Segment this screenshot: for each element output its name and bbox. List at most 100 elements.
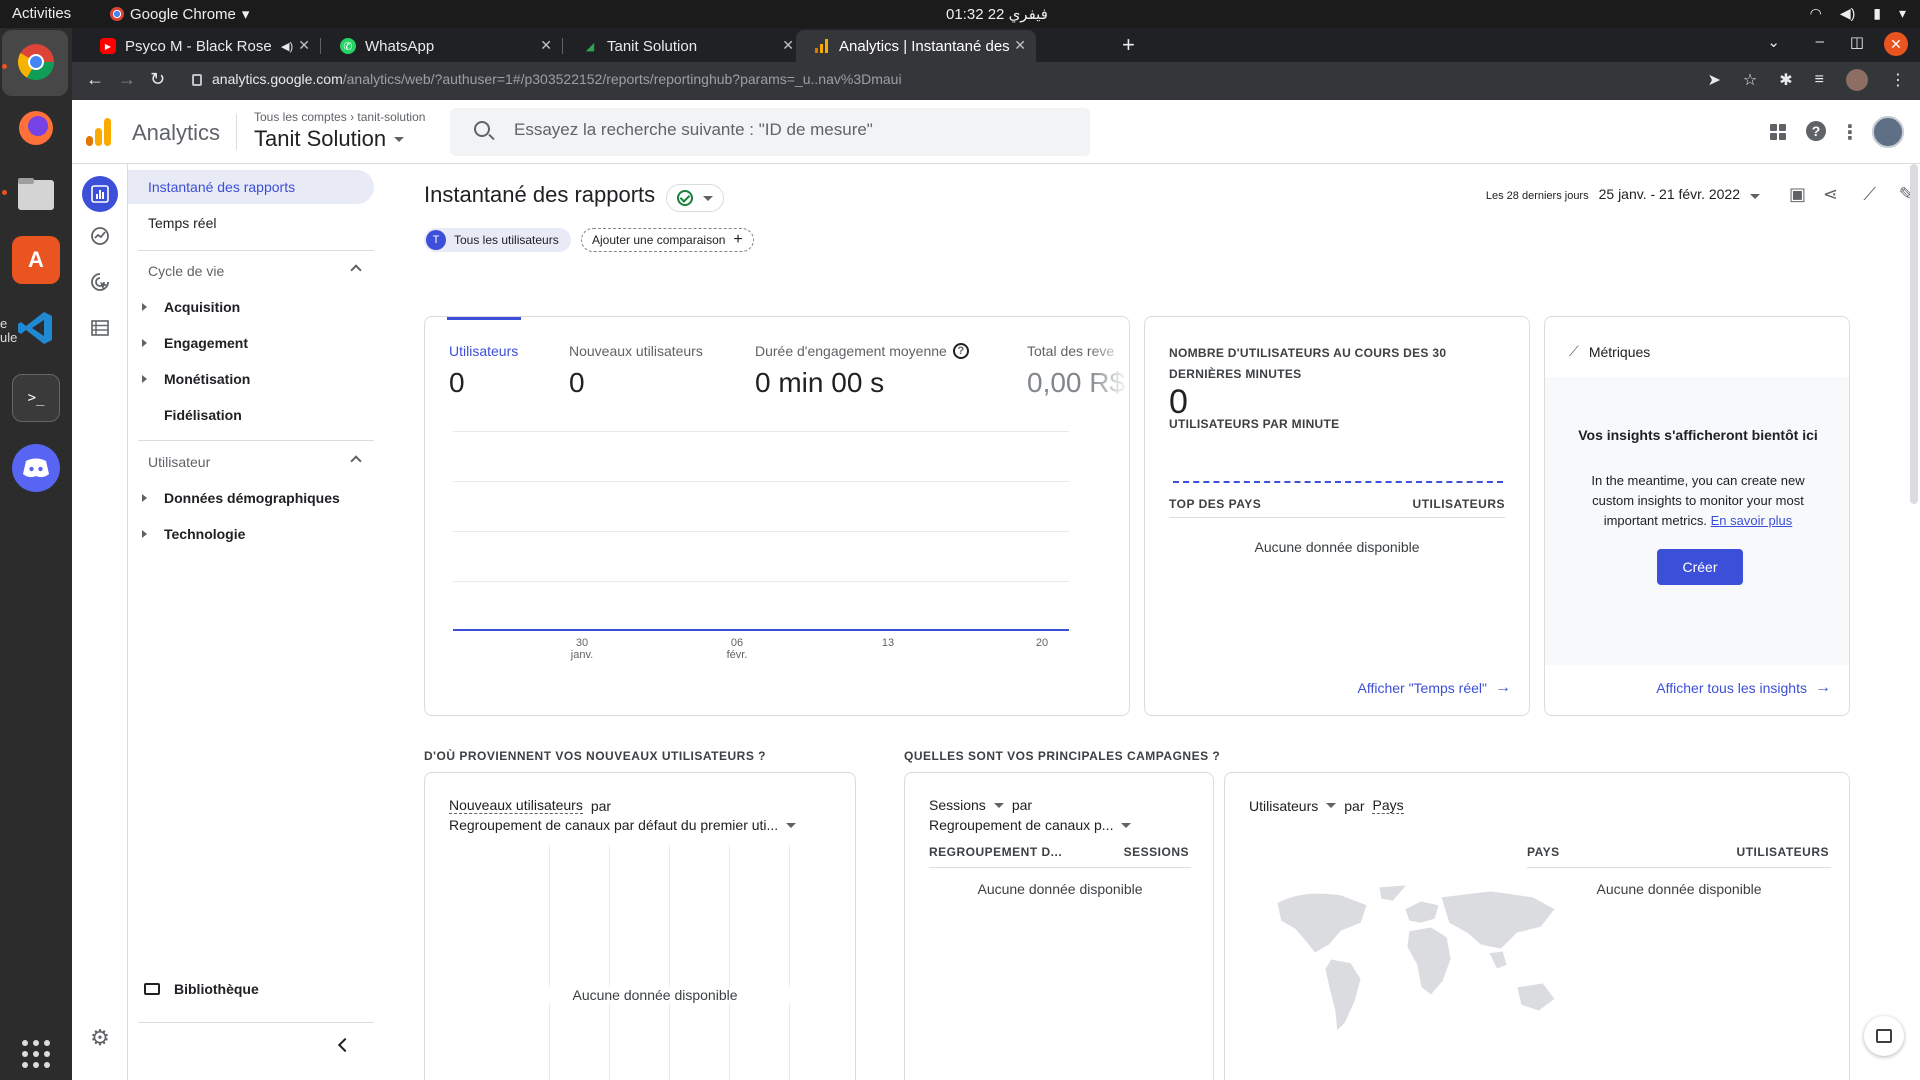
activities-button[interactable]: Activities — [12, 5, 71, 22]
dimension-selector[interactable]: Regroupement de canaux p... — [929, 817, 1132, 833]
nav-section-lifecycle[interactable]: Cycle de vie — [128, 254, 374, 288]
close-icon[interactable]: ✕ — [298, 37, 310, 54]
breadcrumb[interactable]: Tous les comptes › tanit-solution — [254, 110, 425, 124]
dock-side-text: e — [0, 316, 8, 331]
nav-technology[interactable]: Technologie — [128, 517, 374, 551]
page-title: Instantané des rapports — [424, 182, 656, 207]
close-icon[interactable]: ✕ — [782, 37, 794, 54]
extensions-puzzle-icon[interactable]: ✱ — [1779, 70, 1792, 90]
add-comparison-button[interactable]: Ajouter une comparaison + — [581, 228, 754, 252]
account-avatar[interactable] — [1872, 116, 1904, 148]
nav-monetization[interactable]: Monétisation — [128, 362, 374, 396]
nav-retention[interactable]: Fidélisation — [128, 398, 374, 432]
view-all-insights-link[interactable]: Afficher tous les insights → — [1656, 679, 1831, 697]
clock[interactable]: 01:32 22 فيفري — [946, 5, 1048, 23]
metric-tab-engagement-time[interactable]: Durée d'engagement moyenne? 0 min 00 s — [755, 343, 969, 399]
profile-avatar[interactable] — [1846, 69, 1868, 91]
share-icon[interactable]: ⋖ — [1823, 184, 1838, 205]
tab-search-icon[interactable]: ⌄ — [1767, 33, 1780, 51]
bookmark-star-icon[interactable]: ☆ — [1743, 70, 1757, 90]
page-scrollbar[interactable] — [1910, 164, 1918, 504]
reading-list-icon[interactable]: ≡ — [1815, 71, 1824, 89]
insights-trend-icon[interactable]: ⟋ — [1863, 184, 1876, 205]
forward-arrow-icon[interactable]: → — [118, 69, 136, 90]
nav-divider — [138, 440, 374, 441]
dimension-selector[interactable]: Regroupement de canaux par défaut du pre… — [449, 817, 797, 833]
firefox-icon — [19, 111, 53, 145]
metric-selector[interactable]: Sessions par — [929, 797, 1032, 813]
dock-firefox[interactable] — [12, 104, 60, 152]
dock-terminal[interactable]: >_ — [12, 374, 60, 422]
tab-tanit-solution[interactable]: ◢ Tanit Solution ✕ — [564, 30, 804, 62]
create-insight-button[interactable]: Créer — [1657, 549, 1743, 585]
search-box[interactable] — [450, 108, 1090, 156]
learn-more-link[interactable]: En savoir plus — [1711, 513, 1793, 528]
new-tab-button[interactable]: + — [1122, 32, 1135, 58]
nav-realtime[interactable]: Temps réel — [128, 206, 374, 240]
dock-vscode[interactable] — [12, 304, 60, 352]
collapse-nav-chevron-icon[interactable] — [337, 1037, 353, 1053]
metric-name: Nouveaux utilisateurs — [449, 797, 583, 814]
dimension-name[interactable]: Pays — [1372, 797, 1404, 814]
address-bar[interactable]: analytics.google.com/analytics/web/?auth… — [192, 71, 902, 87]
comparison-chip-all-users[interactable]: T Tous les utilisateurs — [424, 228, 571, 252]
view-realtime-link[interactable]: Afficher "Temps réel" → — [1357, 679, 1511, 697]
send-icon[interactable]: ➤ — [1708, 70, 1721, 90]
back-arrow-icon[interactable]: ← — [86, 69, 104, 90]
edit-comparisons-icon[interactable]: ▣ — [1789, 184, 1806, 205]
close-icon[interactable]: ✕ — [540, 37, 552, 54]
search-input[interactable] — [514, 120, 1054, 140]
analytics-logo-icon[interactable] — [86, 118, 112, 146]
dock-discord[interactable] — [12, 444, 60, 492]
metric-selector[interactable]: Nouveaux utilisateurs par — [449, 797, 611, 814]
tab-whatsapp[interactable]: ✆ WhatsApp ✕ — [322, 30, 562, 62]
date-range-picker[interactable]: Les 28 derniers jours 25 janv. - 21 févr… — [1486, 186, 1760, 202]
dock-software[interactable]: A — [12, 236, 60, 284]
nav-engagement[interactable]: Engagement — [128, 326, 374, 360]
rail-advertising[interactable] — [82, 264, 118, 300]
more-vert-icon[interactable]: ⋮ — [1840, 120, 1860, 145]
nav-section-user[interactable]: Utilisateur — [128, 445, 374, 479]
metric-name: Sessions — [929, 797, 986, 813]
section-heading-campaigns: QUELLES SONT VOS PRINCIPALES CAMPAGNES ? — [904, 749, 1221, 763]
window-close-button[interactable]: ✕ — [1884, 32, 1908, 56]
chrome-menu-icon[interactable]: ⋮ — [1890, 70, 1906, 90]
rail-reports[interactable] — [82, 176, 118, 212]
product-name[interactable]: Analytics — [132, 120, 220, 146]
dock-files[interactable] — [12, 170, 60, 218]
help-circle-icon[interactable]: ? — [952, 343, 969, 359]
property-selector[interactable]: Tanit Solution — [254, 126, 405, 152]
close-icon[interactable]: ✕ — [1014, 37, 1026, 54]
minimize-icon[interactable]: – — [1816, 33, 1824, 50]
metric-selector[interactable]: Utilisateurs par Pays — [1249, 797, 1404, 814]
rail-admin[interactable]: ⚙ — [82, 1020, 118, 1056]
nav-demographics[interactable]: Données démographiques — [128, 481, 374, 515]
metric-tab-new-users[interactable]: Nouveaux utilisateurs 0 — [569, 343, 703, 399]
reload-icon[interactable]: ↻ — [150, 69, 165, 90]
nav-divider — [138, 1022, 374, 1023]
apps-grid-icon[interactable] — [1770, 124, 1786, 140]
world-map[interactable] — [1271, 883, 1571, 1043]
explore-trend-icon — [91, 227, 109, 245]
column-header-users: UTILISATEURS — [1412, 497, 1505, 511]
tab-youtube[interactable]: ▶ Psyco M - Black Rose - ◀) ✕ — [82, 30, 320, 62]
tab-title: WhatsApp — [365, 37, 435, 55]
nav-label: Fidélisation — [164, 407, 242, 423]
help-icon[interactable]: ? — [1806, 121, 1826, 141]
app-menu[interactable]: Google Chrome ▾ — [110, 5, 249, 23]
rail-configure[interactable] — [82, 310, 118, 346]
wifi-icon: ◠ — [1809, 5, 1822, 21]
tab-analytics[interactable]: Analytics | Instantané des ✕ — [796, 30, 1036, 62]
restore-icon[interactable]: ◫ — [1850, 33, 1864, 51]
dock-show-apps[interactable] — [12, 1030, 60, 1078]
nav-library[interactable]: Bibliothèque — [144, 972, 364, 1006]
rail-explore[interactable] — [82, 218, 118, 254]
metric-tab-users[interactable]: Utilisateurs 0 — [449, 343, 518, 399]
nav-acquisition[interactable]: Acquisition — [128, 290, 374, 324]
report-status-dropdown[interactable] — [666, 184, 724, 212]
nav-reports-snapshot[interactable]: Instantané des rapports — [128, 170, 374, 204]
column-header-users: UTILISATEURS — [1736, 845, 1829, 859]
dock-chrome[interactable] — [12, 38, 60, 86]
system-tray[interactable]: ◠ ◀) ▮ ▾ — [1810, 5, 1906, 22]
feedback-button[interactable] — [1864, 1016, 1904, 1056]
